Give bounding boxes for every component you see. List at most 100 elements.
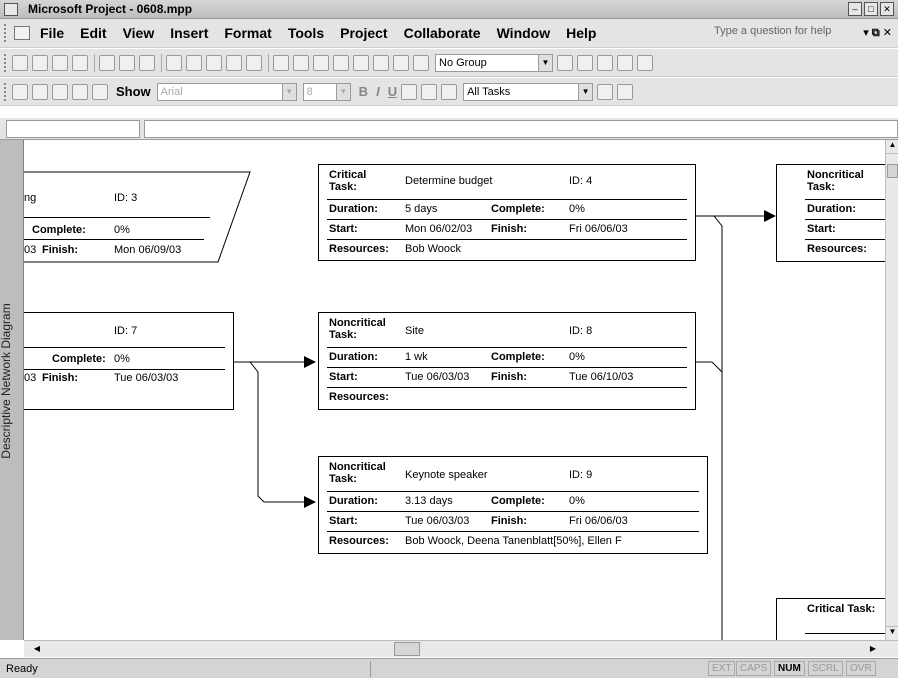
save-icon[interactable]	[52, 54, 68, 71]
node-9-duration-label: Duration:	[329, 495, 378, 507]
task-node-7[interactable]: ID: 7 Complete: 0% 03 Finish: Tue 06/03/…	[24, 312, 234, 410]
chevron-down-icon[interactable]: ▼	[281, 83, 296, 100]
document-icon[interactable]	[14, 26, 30, 40]
align-left-icon[interactable]	[401, 83, 418, 100]
align-right-icon[interactable]	[441, 83, 458, 100]
menu-format[interactable]: Format	[224, 25, 271, 41]
task-node-8[interactable]: Noncritical Task: Site ID: 8 Duration: 1…	[318, 312, 696, 410]
assign-resources-icon[interactable]	[393, 54, 409, 71]
chevron-down-icon[interactable]: ▼	[335, 83, 350, 100]
toolbar-grip[interactable]	[4, 53, 8, 72]
copy-picture-icon[interactable]	[617, 54, 633, 71]
task-node-right-top[interactable]: Noncritical Task: Duration: Start: Resou…	[776, 164, 885, 262]
gantt-wizard-icon[interactable]	[617, 83, 634, 100]
node-rule	[327, 531, 699, 532]
task-node-4[interactable]: Critical Task: Determine budget ID: 4 Du…	[318, 164, 696, 261]
chevron-down-icon[interactable]: ▼	[538, 54, 552, 71]
permission-icon[interactable]	[72, 54, 88, 71]
status-separator	[370, 661, 371, 677]
task-node-9[interactable]: Noncritical Task: Keynote speaker ID: 9 …	[318, 456, 708, 554]
menu-tools[interactable]: Tools	[288, 25, 324, 41]
node-8-id: ID: 8	[569, 325, 593, 337]
toolbar-grip[interactable]	[4, 24, 8, 42]
horizontal-scrollbar[interactable]: ◀ ▶	[24, 640, 898, 657]
bold-icon[interactable]: B	[359, 84, 368, 99]
network-diagram-canvas[interactable]: ng ID: 3 Complete: 0% 03 Finish: Mon 06/…	[24, 140, 885, 640]
maximize-button[interactable]: □	[864, 2, 878, 16]
menu-file[interactable]: File	[40, 25, 64, 41]
font-size-value: 8	[306, 85, 313, 98]
menu-edit[interactable]: Edit	[80, 25, 106, 41]
show-outline-icon[interactable]	[92, 83, 108, 100]
show-subtasks-icon[interactable]	[52, 83, 68, 100]
underline-icon[interactable]: U	[388, 84, 397, 99]
menu-tail-controls[interactable]: ▾ ⧉ ✕	[863, 26, 892, 40]
app-icon[interactable]	[4, 2, 18, 16]
cut-icon[interactable]	[166, 54, 182, 71]
autofilter-icon[interactable]	[597, 83, 614, 100]
show-button[interactable]: Show	[116, 84, 151, 99]
group-select[interactable]: No Group ▼	[435, 53, 553, 72]
open-icon[interactable]	[32, 54, 48, 71]
indent-icon[interactable]	[32, 83, 48, 100]
copy-icon[interactable]	[186, 54, 202, 71]
zoom-in-icon[interactable]	[557, 54, 573, 71]
outdent-icon[interactable]	[12, 83, 28, 100]
scroll-right-icon[interactable]: ▶	[866, 642, 880, 656]
print-preview-icon[interactable]	[119, 54, 135, 71]
help-icon[interactable]	[637, 54, 653, 71]
menu-collaborate[interactable]: Collaborate	[404, 25, 481, 41]
close-button[interactable]: ✕	[880, 2, 894, 16]
unlink-tasks-icon[interactable]	[313, 54, 329, 71]
menu-help[interactable]: Help	[566, 25, 596, 41]
node-9-duration: 3.13 days	[405, 495, 453, 507]
link-tasks-icon[interactable]	[293, 54, 309, 71]
node-3-finish-label: Finish:	[42, 244, 79, 256]
paste-icon[interactable]	[206, 54, 222, 71]
scroll-left-icon[interactable]: ◀	[30, 642, 44, 656]
node-3-name: ng	[24, 192, 37, 204]
font-select[interactable]: Arial ▼	[156, 82, 297, 101]
filter-select[interactable]: All Tasks ▼	[463, 82, 594, 101]
node-7-complete: 0%	[114, 353, 130, 365]
menu-insert[interactable]: Insert	[170, 25, 208, 41]
hide-subtasks-icon[interactable]	[72, 83, 88, 100]
node-8-duration-label: Duration:	[329, 351, 378, 363]
task-node-right-bottom[interactable]: Critical Task:	[776, 598, 885, 640]
align-center-icon[interactable]	[421, 83, 438, 100]
scroll-thumb[interactable]	[394, 642, 420, 656]
status-text: Ready	[6, 663, 38, 675]
chevron-down-icon[interactable]: ▼	[578, 83, 593, 100]
menu-project[interactable]: Project	[340, 25, 387, 41]
indicator-caps: CAPS	[736, 661, 772, 676]
vertical-scrollbar[interactable]: ▲ ▼	[885, 140, 898, 640]
scroll-thumb[interactable]	[887, 164, 898, 178]
link-line	[696, 361, 723, 373]
menu-window[interactable]: Window	[497, 25, 551, 41]
split-task-icon[interactable]	[333, 54, 349, 71]
task-notes-icon[interactable]	[373, 54, 389, 71]
undo-icon[interactable]	[246, 54, 262, 71]
help-search-input[interactable]: Type a question for help	[714, 25, 854, 42]
insert-hyperlink-icon[interactable]	[273, 54, 289, 71]
format-painter-icon[interactable]	[226, 54, 242, 71]
italic-icon[interactable]: I	[376, 84, 380, 99]
title-bar: Microsoft Project - 0608.mpp – □ ✕	[0, 0, 898, 19]
new-icon[interactable]	[12, 54, 28, 71]
scroll-up-icon[interactable]: ▲	[886, 140, 898, 154]
print-icon[interactable]	[99, 54, 115, 71]
entry-field[interactable]	[144, 120, 898, 138]
entry-name-box[interactable]	[6, 120, 140, 138]
minimize-button[interactable]: –	[848, 2, 862, 16]
go-to-task-icon[interactable]	[597, 54, 613, 71]
menu-view[interactable]: View	[123, 25, 155, 41]
zoom-out-icon[interactable]	[577, 54, 593, 71]
spelling-icon[interactable]	[139, 54, 155, 71]
link-line	[696, 215, 723, 640]
font-size-select[interactable]: 8 ▼	[302, 82, 351, 101]
publish-icon[interactable]	[413, 54, 429, 71]
toolbar-grip[interactable]	[4, 82, 8, 101]
node-9-resources: Bob Woock, Deena Tanenblatt[50%], Ellen …	[405, 535, 622, 547]
task-information-icon[interactable]	[353, 54, 369, 71]
scroll-down-icon[interactable]: ▼	[886, 626, 898, 640]
